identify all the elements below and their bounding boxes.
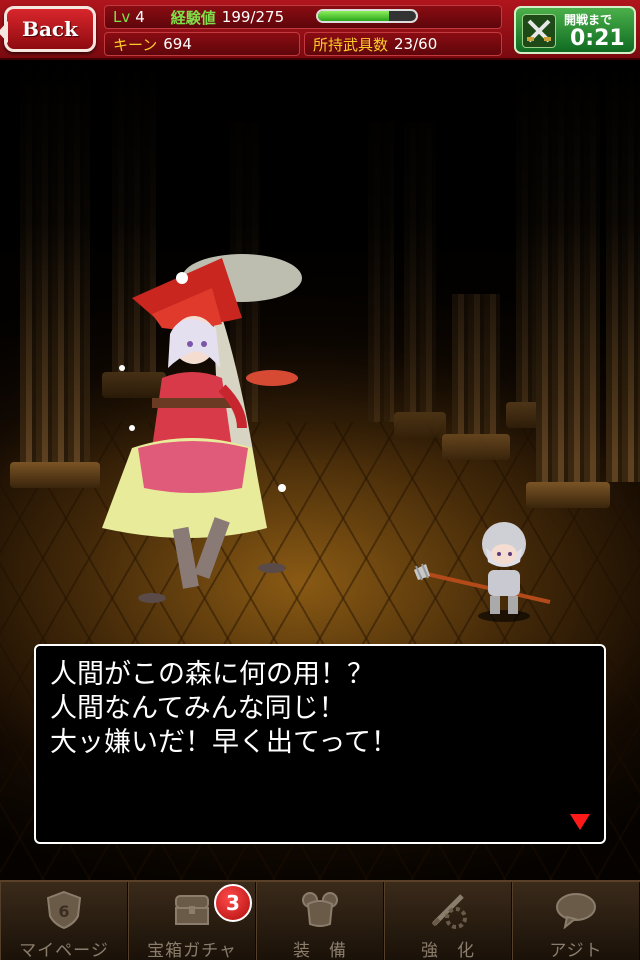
mushroom-girl-enemy[interactable] <box>92 248 302 608</box>
weapons-label: 所持武具数 <box>313 35 389 54</box>
exp-progress-fill <box>318 11 389 21</box>
dialog-box[interactable]: 人間がこの森に何の用！？ 人間なんてみんな同じ！ 大ッ嫌いだ！早く出てって！ <box>34 644 606 844</box>
crossed-swords-icon <box>522 14 556 48</box>
battle-timer: 開戦まで 0:21 <box>514 6 636 54</box>
dialog-line-2: 人間なんてみんな同じ！ <box>50 693 346 724</box>
weapons-panel: 所持武具数 23/60 <box>304 32 502 56</box>
speech-bubble-icon <box>554 888 598 932</box>
dialog-line-3: 大ッ嫌いだ！早く出てって！ <box>50 727 399 758</box>
weapons-value: 23/60 <box>394 35 438 53</box>
treasure-chest-icon <box>170 888 214 932</box>
nav-item-equip[interactable]: 装 備 <box>256 882 384 960</box>
gacha-count-badge: 3 <box>214 884 252 922</box>
timer-value: 0:21 <box>570 26 625 51</box>
svg-text:6: 6 <box>58 902 69 921</box>
shield-icon: 6 <box>42 888 86 932</box>
nav-label-hideout: アジト <box>549 941 603 960</box>
next-arrow-icon[interactable] <box>570 814 590 830</box>
keen-panel: キーン 694 <box>104 32 300 56</box>
level-label: Lv <box>113 8 131 26</box>
nav-label-gacha: 宝箱ガチャ <box>147 941 237 960</box>
nav-label-mypage: マイページ <box>19 941 109 960</box>
nav-item-enhance[interactable]: 強 化 <box>384 882 512 960</box>
exp-label: 経験値 <box>170 8 216 27</box>
nav-label-enhance: 強 化 <box>421 941 475 960</box>
level-exp-panel: Lv 4 経験値 199/275 <box>104 5 502 29</box>
back-button[interactable]: Back <box>0 6 96 52</box>
bottom-nav: 6 マイページ 宝箱ガチャ 装 備 強 化 アジト <box>0 880 640 960</box>
armor-icon <box>298 888 342 932</box>
level-value: 4 <box>135 8 145 26</box>
exp-progress-bar <box>316 9 418 23</box>
nav-label-equip: 装 備 <box>293 941 347 960</box>
sword-crossed-icon <box>426 888 470 932</box>
dialog-line-1: 人間がこの森に何の用！？ <box>50 659 374 690</box>
player-knight[interactable] <box>412 514 562 624</box>
nav-item-mypage[interactable]: 6 マイページ <box>0 882 128 960</box>
keen-label: キーン <box>113 35 158 54</box>
nav-item-hideout[interactable]: アジト <box>512 882 640 960</box>
exp-value: 199/275 <box>221 8 285 26</box>
status-header: Back Lv 4 経験値 199/275 キーン 694 所持武具数 23/6… <box>0 0 640 60</box>
keen-value: 694 <box>163 35 192 53</box>
